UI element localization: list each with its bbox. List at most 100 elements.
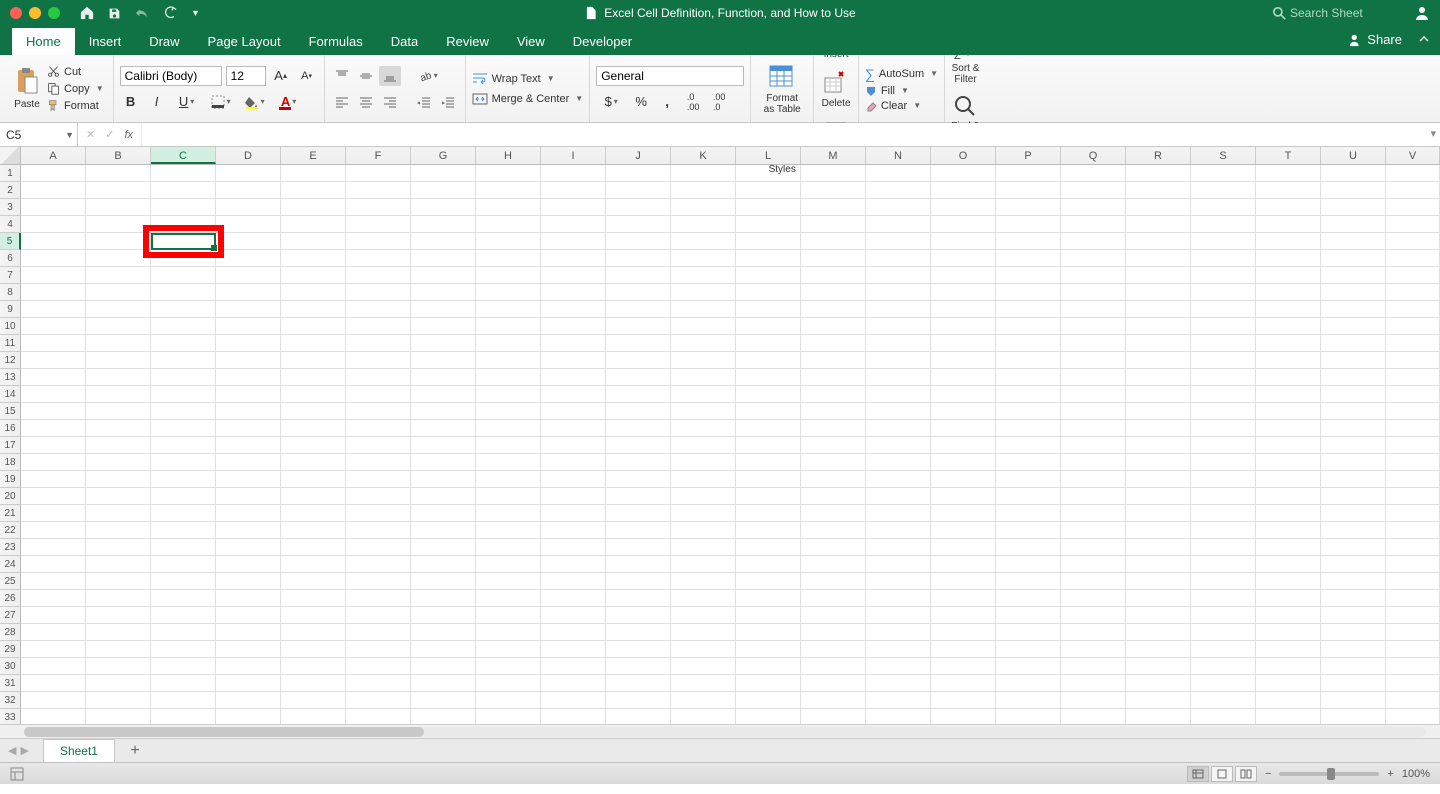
minimize-window-button[interactable] [29,7,41,19]
currency-button[interactable]: $▾ [596,92,626,112]
copy-button[interactable]: Copy▼ [44,81,107,96]
comma-button[interactable]: , [656,92,678,112]
column-header-Q[interactable]: Q [1061,147,1126,164]
tab-formulas[interactable]: Formulas [295,28,377,55]
column-header-C[interactable]: C [151,147,216,164]
horizontal-scrollbar[interactable] [0,724,1440,738]
tab-view[interactable]: View [503,28,559,55]
zoom-slider[interactable] [1279,772,1379,776]
align-middle-button[interactable] [355,66,377,86]
row-header-16[interactable]: 16 [0,420,21,437]
percent-button[interactable]: % [630,92,652,112]
row-header-11[interactable]: 11 [0,335,21,352]
name-box[interactable]: C5▼ [0,123,78,146]
page-layout-view-button[interactable] [1211,766,1233,782]
row-header-21[interactable]: 21 [0,505,21,522]
cells-area[interactable] [21,165,1440,724]
maximize-window-button[interactable] [48,7,60,19]
row-header-22[interactable]: 22 [0,522,21,539]
fx-icon[interactable]: fx [124,129,133,141]
row-header-13[interactable]: 13 [0,369,21,386]
next-sheet-icon[interactable]: ▶ [20,744,28,757]
column-header-B[interactable]: B [86,147,151,164]
column-header-U[interactable]: U [1321,147,1386,164]
row-header-26[interactable]: 26 [0,590,21,607]
align-left-button[interactable] [331,92,353,112]
row-header-15[interactable]: 15 [0,403,21,420]
fill-button[interactable]: Fill▼ [865,85,938,97]
underline-button[interactable]: U▾ [172,92,202,112]
fill-color-button[interactable]: ▾ [240,92,270,112]
wrap-text-button[interactable]: Wrap Text▼ [472,72,584,86]
align-bottom-button[interactable] [379,66,401,86]
cut-button[interactable]: Cut [44,64,107,79]
collapse-ribbon-icon[interactable] [1418,33,1430,45]
column-header-E[interactable]: E [281,147,346,164]
home-icon[interactable] [80,6,94,20]
column-header-F[interactable]: F [346,147,411,164]
borders-button[interactable]: ▾ [206,92,236,112]
sheet-tab[interactable]: Sheet1 [43,739,115,762]
undo-icon[interactable] [135,7,149,19]
redo-icon[interactable] [163,6,177,20]
decrease-indent-button[interactable] [413,92,435,112]
increase-decimal-button[interactable]: .0.00 [682,92,704,112]
tab-insert[interactable]: Insert [75,28,136,55]
tab-draw[interactable]: Draw [135,28,193,55]
row-header-25[interactable]: 25 [0,573,21,590]
prev-sheet-icon[interactable]: ◀ [8,744,16,757]
row-header-5[interactable]: 5 [0,233,21,250]
row-header-14[interactable]: 14 [0,386,21,403]
increase-font-button[interactable]: A▴ [270,66,292,86]
save-icon[interactable] [108,7,121,20]
zoom-out-button[interactable]: − [1265,768,1271,780]
align-top-button[interactable] [331,66,353,86]
search-input[interactable] [1290,6,1400,20]
column-header-O[interactable]: O [931,147,996,164]
merge-center-button[interactable]: Merge & Center▼ [472,92,584,106]
clear-button[interactable]: Clear▼ [865,100,938,112]
row-header-28[interactable]: 28 [0,624,21,641]
column-header-V[interactable]: V [1386,147,1440,164]
column-header-A[interactable]: A [21,147,86,164]
orientation-button[interactable]: ab▾ [413,66,443,86]
zoom-in-button[interactable]: + [1387,768,1393,780]
tab-developer[interactable]: Developer [559,28,646,55]
tab-review[interactable]: Review [432,28,503,55]
column-header-J[interactable]: J [606,147,671,164]
name-box-dropdown-icon[interactable]: ▼ [65,130,74,140]
row-header-6[interactable]: 6 [0,250,21,267]
row-header-12[interactable]: 12 [0,352,21,369]
select-all-corner[interactable] [0,147,21,164]
tab-page-layout[interactable]: Page Layout [194,28,295,55]
normal-view-button[interactable] [1187,766,1209,782]
search-sheet[interactable] [1273,6,1400,20]
column-header-I[interactable]: I [541,147,606,164]
share-button[interactable]: Share [1349,32,1402,47]
row-header-7[interactable]: 7 [0,267,21,284]
column-header-T[interactable]: T [1256,147,1321,164]
column-header-G[interactable]: G [411,147,476,164]
format-painter-button[interactable]: Format [44,98,107,113]
row-header-18[interactable]: 18 [0,454,21,471]
page-break-view-button[interactable] [1235,766,1257,782]
tab-data[interactable]: Data [377,28,432,55]
scroll-thumb[interactable] [24,727,424,737]
row-header-32[interactable]: 32 [0,692,21,709]
row-header-10[interactable]: 10 [0,318,21,335]
row-header-29[interactable]: 29 [0,641,21,658]
user-icon[interactable] [1414,5,1430,21]
decrease-font-button[interactable]: A▾ [296,66,318,86]
dropdown-icon[interactable]: ▼ [191,8,200,18]
row-header-24[interactable]: 24 [0,556,21,573]
cancel-formula-icon[interactable]: ✕ [86,128,95,141]
column-header-R[interactable]: R [1126,147,1191,164]
row-header-3[interactable]: 3 [0,199,21,216]
enter-formula-icon[interactable]: ✓ [105,128,114,141]
row-header-23[interactable]: 23 [0,539,21,556]
row-header-20[interactable]: 20 [0,488,21,505]
formula-input[interactable] [142,123,1440,146]
delete-cells-button[interactable]: Delete [820,68,852,109]
zoom-level[interactable]: 100% [1402,768,1430,780]
row-header-4[interactable]: 4 [0,216,21,233]
